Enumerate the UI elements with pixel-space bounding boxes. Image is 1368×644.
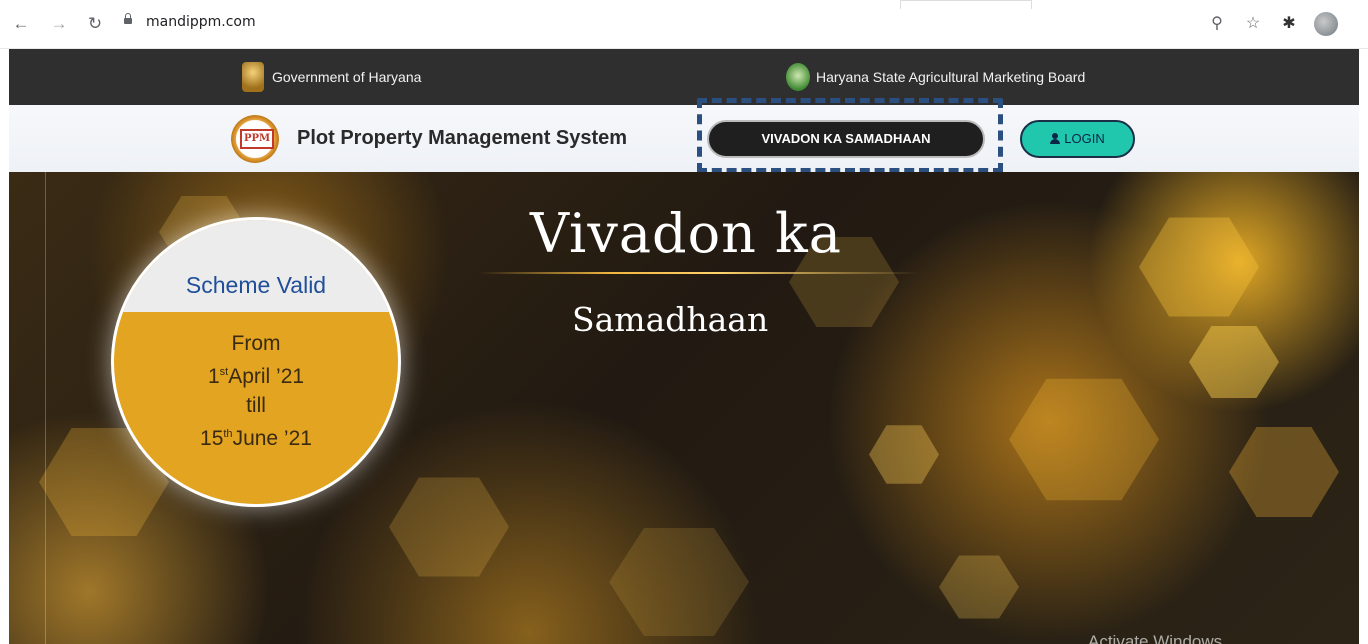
hero-subtitle: Samadhaan xyxy=(572,300,769,339)
vivadon-ka-samadhaan-button[interactable]: VIVADON KA SAMADHAAN xyxy=(707,120,985,158)
scheme-from: From xyxy=(231,332,281,355)
hero-banner: Vivadon ka Samadhaan Scheme Valid From 1… xyxy=(9,172,1359,644)
hero-divider xyxy=(45,172,46,644)
user-icon xyxy=(1050,133,1061,144)
site-header: PPM Plot Property Management System VIVA… xyxy=(9,98,1359,173)
ppm-logo[interactable]: PPM xyxy=(231,115,279,163)
government-bar: Government of Haryana Haryana State Agri… xyxy=(9,49,1359,105)
activate-windows-watermark: Activate Windows xyxy=(1088,632,1223,644)
profile-avatar-icon[interactable] xyxy=(1314,12,1338,36)
start-month-year: April ’21 xyxy=(228,365,305,388)
haryana-emblem-icon xyxy=(242,62,264,92)
browser-tab[interactable] xyxy=(900,0,1032,9)
decor-hexagon xyxy=(389,477,509,577)
decor-hexagon xyxy=(1009,378,1159,501)
end-suffix: th xyxy=(223,428,233,440)
scheme-end-date: 15thJune ’21 xyxy=(114,420,398,453)
decor-hexagon xyxy=(609,528,749,636)
hero-title: Vivadon ka xyxy=(530,202,842,265)
zoom-icon[interactable]: ⚲ xyxy=(1206,13,1228,35)
ppm-logo-text: PPM xyxy=(240,129,274,149)
reload-icon[interactable]: ↻ xyxy=(84,13,106,35)
address-bar[interactable]: mandippm.com xyxy=(146,14,256,30)
scheme-heading: Scheme Valid xyxy=(185,272,327,298)
start-suffix: st xyxy=(219,366,229,378)
star-icon[interactable]: ☆ xyxy=(1242,13,1264,35)
decor-hexagon xyxy=(1229,427,1339,517)
scheme-validity-badge: Scheme Valid From 1stApril ’21 till 15th… xyxy=(111,217,401,507)
extensions-icon[interactable]: ✱ xyxy=(1278,13,1300,35)
forward-arrow-icon[interactable]: → xyxy=(48,13,70,35)
hero-underline xyxy=(479,272,919,274)
decor-hexagon xyxy=(1189,326,1279,398)
login-button[interactable]: LOGIN xyxy=(1020,120,1135,158)
start-day: 1 xyxy=(207,365,220,388)
site-title: Plot Property Management System xyxy=(297,127,628,149)
gov-haryana-link[interactable]: Government of Haryana xyxy=(242,49,421,105)
decor-hexagon xyxy=(1139,217,1259,317)
end-day: 15 xyxy=(200,427,224,450)
hsamb-label: Haryana State Agricultural Marketing Boa… xyxy=(816,69,1086,85)
login-label: LOGIN xyxy=(1064,131,1105,146)
decor-hexagon xyxy=(939,555,1019,619)
hsamb-logo-icon xyxy=(786,63,810,91)
browser-toolbar: ← → ↻ mandippm.com ⚲ ☆ ✱ xyxy=(0,0,1368,49)
decor-hexagon xyxy=(869,425,939,484)
gov-haryana-label: Government of Haryana xyxy=(272,69,422,85)
end-month-year: June ’21 xyxy=(232,427,312,450)
scheme-start-date: 1stApril ’21 xyxy=(114,358,398,391)
scheme-till: till xyxy=(246,394,266,417)
lock-icon[interactable] xyxy=(124,13,132,24)
scheme-dates: From 1stApril ’21 till 15thJune ’21 xyxy=(114,329,398,453)
hsamb-link[interactable]: Haryana State Agricultural Marketing Boa… xyxy=(786,49,1085,105)
back-arrow-icon[interactable]: ← xyxy=(10,13,32,35)
